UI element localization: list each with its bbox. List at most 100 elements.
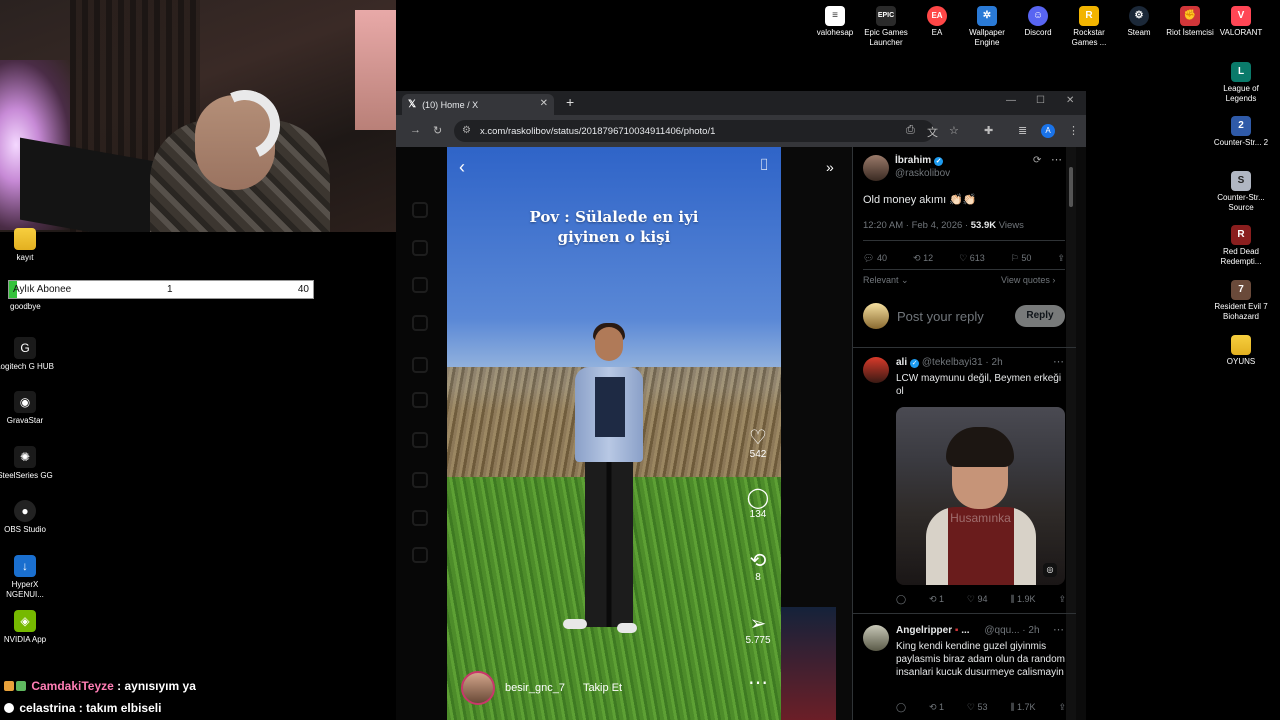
- video-author[interactable]: besir_gnc_7 Takip Et: [461, 671, 622, 705]
- reply-author-name[interactable]: ali: [896, 357, 907, 368]
- like-count[interactable]: ♡ 53: [967, 702, 988, 713]
- desktop-icon-nvidia[interactable]: ◈ NVIDIA App: [0, 610, 55, 645]
- video-share-button[interactable]: ➢ 5.775: [743, 613, 773, 646]
- rockstar-icon: R: [1079, 6, 1099, 26]
- grok-icon[interactable]: [412, 357, 428, 373]
- desktop-icon-hyperx[interactable]: ↓ HyperX NGENUI...: [0, 555, 55, 600]
- more-dots-icon[interactable]: ⋯: [1051, 153, 1062, 166]
- desktop-icon-kayit[interactable]: kayıt: [0, 228, 55, 263]
- reply-image[interactable]: Husamınka ◎: [896, 407, 1065, 585]
- extensions-icon[interactable]: ✚: [984, 124, 993, 137]
- more-dots-icon: ⋯: [748, 672, 768, 694]
- site-info-icon[interactable]: ⚙: [462, 125, 471, 136]
- reply-author-name[interactable]: Angelripper: [896, 625, 952, 636]
- share-icon[interactable]: ⇪: [1058, 594, 1066, 605]
- bookmark-count[interactable]: ⚐ 50: [1011, 253, 1032, 264]
- like-count[interactable]: ♡ 613: [959, 253, 985, 264]
- desktop-icon-steam[interactable]: ⚙ Steam: [1110, 6, 1168, 38]
- expand-panel-icon[interactable]: »: [826, 159, 834, 175]
- views-count[interactable]: ⫼ 1.7K: [1010, 702, 1035, 713]
- video-repost-button[interactable]: ⟲ 8: [743, 550, 773, 583]
- like-count[interactable]: ♡ 94: [967, 594, 988, 605]
- url-bar[interactable]: ⚙ x.com/raskolibov/status/20187967100349…: [454, 120, 934, 142]
- grok-icon[interactable]: ⟳: [1033, 155, 1041, 166]
- retweet-count[interactable]: ⟲ 12: [913, 253, 933, 264]
- views-count[interactable]: ⫼ 1.9K: [1010, 594, 1035, 605]
- notifications-icon[interactable]: [412, 277, 428, 293]
- video-more-button[interactable]: ⋯: [743, 672, 773, 694]
- back-arrow-icon[interactable]: ‹: [459, 157, 465, 178]
- video-comment-button[interactable]: ◯ 134: [743, 487, 773, 520]
- browser-window: 𝕏 (10) Home / X ✕ + — ☐ ✕ → ↻ ⚙ x.com/ra…: [396, 91, 1086, 720]
- communities-icon[interactable]: [412, 432, 428, 448]
- desktop-icon-league-of-legends[interactable]: L League of Legends: [1212, 62, 1270, 104]
- media-video[interactable]: Pov : Sülalede en iyi giyinen o kişi ‹ ⌷…: [447, 147, 781, 720]
- image-badge-icon[interactable]: ◎: [1043, 563, 1057, 577]
- view-quotes-link[interactable]: View quotes ›: [1001, 275, 1055, 285]
- maximize-icon[interactable]: ☐: [1036, 95, 1045, 106]
- scrollbar[interactable]: [1066, 147, 1076, 720]
- verified-badge-icon: ✓: [934, 157, 944, 166]
- author-name[interactable]: İbrahim: [895, 155, 931, 166]
- share-icon[interactable]: ⇪: [1057, 253, 1065, 264]
- avatar[interactable]: [863, 155, 889, 181]
- desktop-icon-obs[interactable]: ● OBS Studio: [0, 500, 55, 535]
- video-like-button[interactable]: ♡ 542: [743, 427, 773, 460]
- bookmark-star-icon[interactable]: ☆: [949, 124, 959, 137]
- desktop-icon-red-dead[interactable]: R Red Dead Redempti...: [1212, 225, 1270, 267]
- minimize-icon[interactable]: —: [1006, 95, 1016, 106]
- messages-icon[interactable]: [412, 315, 428, 331]
- desktop-icon-riot[interactable]: ✊ Riot İstemcisi: [1161, 6, 1219, 38]
- reply-text: LCW maymunu değil, Beymen erkeği ol: [896, 373, 1062, 397]
- desktop-icon-resident-evil[interactable]: 7 Resident Evil 7 Biohazard: [1212, 280, 1270, 322]
- author-handle[interactable]: @raskolibov: [895, 168, 950, 179]
- reply-input[interactable]: Post your reply: [897, 309, 984, 324]
- forward-icon[interactable]: →: [410, 124, 421, 136]
- explore-icon[interactable]: [412, 240, 428, 256]
- profile-icon[interactable]: [412, 510, 428, 526]
- reload-icon[interactable]: ↻: [433, 124, 442, 137]
- desktop-icon-valohesap[interactable]: ≡ valohesap: [806, 6, 864, 38]
- retweet-count[interactable]: ⟲ 1: [929, 702, 944, 713]
- desktop-icon-steelseries[interactable]: ✺ SteelSeries GG: [0, 446, 55, 481]
- desktop-icon-wallpaper-engine[interactable]: ✲ Wallpaper Engine: [958, 6, 1016, 48]
- close-window-icon[interactable]: ✕: [1066, 95, 1074, 106]
- more-menu-icon[interactable]: ⋮: [1068, 124, 1079, 137]
- desktop-icon-valorant[interactable]: V VALORANT: [1212, 6, 1270, 38]
- desktop-icon-counter-strike-source[interactable]: S Counter-Str... Source: [1212, 171, 1270, 213]
- retweet-count[interactable]: ⟲ 1: [929, 594, 944, 605]
- avatar[interactable]: [863, 357, 889, 383]
- reply-icon[interactable]: ◯: [896, 702, 906, 713]
- tab-close-icon[interactable]: ✕: [540, 98, 548, 109]
- media-icon[interactable]: ≣: [1018, 124, 1027, 137]
- badge-icon: [4, 703, 14, 713]
- more-dots-icon[interactable]: ⋯: [1053, 623, 1064, 636]
- profile-avatar[interactable]: A: [1041, 124, 1055, 138]
- premium-icon[interactable]: [412, 472, 428, 488]
- desktop-icon-epic-games[interactable]: EPIC Epic Games Launcher: [857, 6, 915, 48]
- reply-handle[interactable]: @tekelbayi31 · 2h: [922, 357, 1003, 368]
- home-icon[interactable]: [412, 202, 428, 218]
- reply-icon[interactable]: ◯: [896, 594, 906, 605]
- translate-icon[interactable]: 文: [927, 124, 938, 140]
- desktop-icon-counter-strike-2[interactable]: 2 Counter-Str... 2: [1212, 116, 1270, 148]
- bookmarks-icon[interactable]: [412, 392, 428, 408]
- new-tab-icon[interactable]: +: [566, 94, 574, 110]
- browser-tab[interactable]: 𝕏 (10) Home / X ✕: [402, 94, 554, 115]
- avatar: [863, 303, 889, 329]
- more-dots-icon[interactable]: ⋯: [1053, 355, 1064, 368]
- avatar[interactable]: [863, 625, 889, 651]
- reply-count[interactable]: 💬︎ 40: [863, 253, 887, 264]
- sort-relevant[interactable]: Relevant ⌄: [863, 275, 909, 286]
- follow-button[interactable]: Takip Et: [583, 682, 622, 694]
- desktop-icon-gravastar[interactable]: ◉ GravaStar: [0, 391, 55, 426]
- camera-icon[interactable]: ⌷: [759, 157, 769, 175]
- reply-handle[interactable]: @qqu... · 2h: [984, 625, 1039, 636]
- install-app-icon[interactable]: ⎙: [906, 124, 915, 137]
- share-icon[interactable]: ⇪: [1058, 702, 1066, 713]
- more-icon[interactable]: [412, 547, 428, 563]
- desktop-icon-logitech[interactable]: G Logitech G HUB: [0, 337, 55, 372]
- desktop-icon-oyuns[interactable]: OYUNS: [1212, 335, 1270, 367]
- desktop-icon-discord[interactable]: ☺ Discord: [1009, 6, 1067, 38]
- reply-button[interactable]: Reply: [1015, 305, 1065, 327]
